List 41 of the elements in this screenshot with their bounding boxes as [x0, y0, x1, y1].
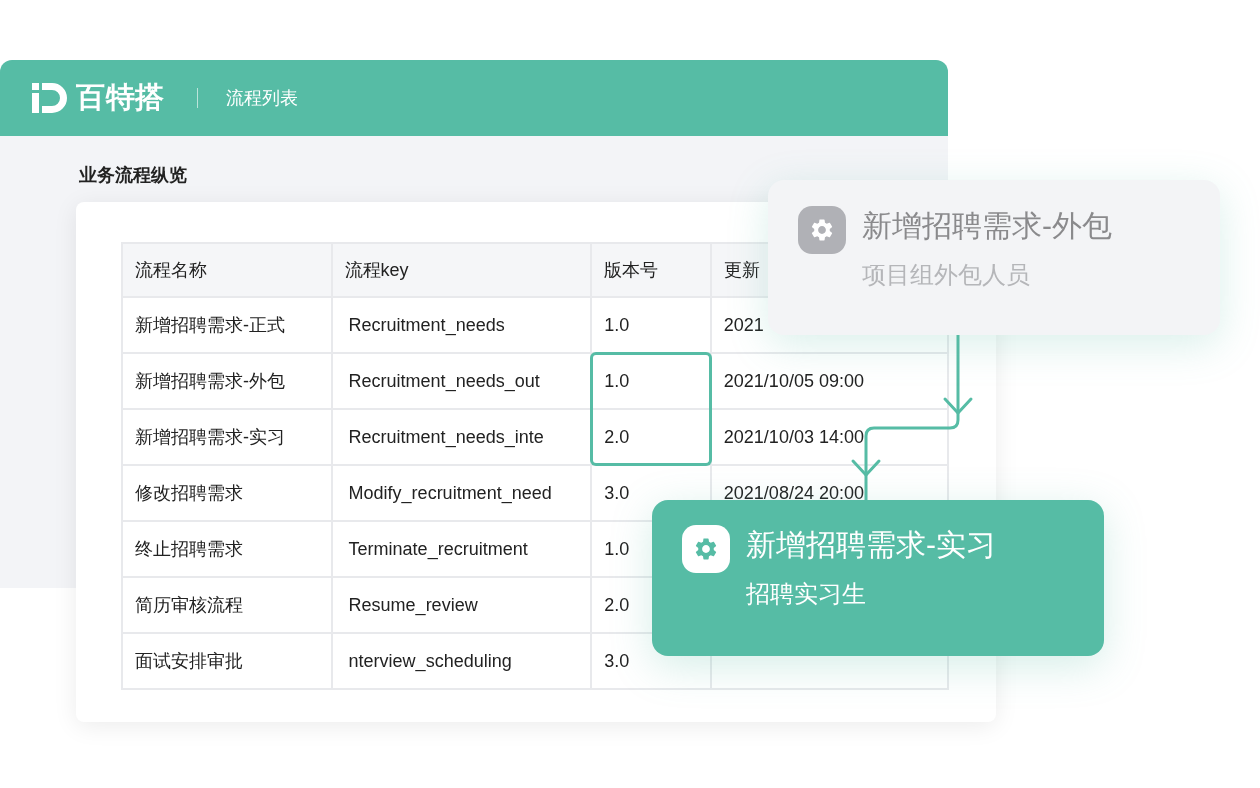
process-card[interactable]: 新增招聘需求-外包 项目组外包人员	[768, 180, 1220, 335]
table-cell: 新增招聘需求-外包	[135, 370, 285, 391]
card-subtitle: 项目组外包人员	[862, 260, 1031, 290]
table-cell: Modify_recruitment_need	[348, 482, 552, 503]
table-cell: 修改招聘需求	[135, 482, 243, 503]
settings-icon	[682, 525, 730, 573]
table-cell: 1.0	[604, 538, 630, 559]
table-cell: 简历审核流程	[135, 594, 243, 615]
process-card[interactable]: 新增招聘需求-实习 招聘实习生	[652, 500, 1104, 656]
table-cell: 3.0	[604, 482, 630, 503]
table-cell: Terminate_recruitment	[348, 538, 528, 559]
table-cell: 1.0	[604, 370, 630, 391]
card-title: 新增招聘需求-实习	[746, 527, 996, 563]
table-cell: 面试安排审批	[135, 650, 243, 671]
column-header: 版本号	[604, 259, 659, 280]
column-header: 流程名称	[135, 259, 207, 280]
table-cell: 2021	[723, 314, 764, 335]
column-header: 更新	[723, 259, 760, 280]
table-cell: Recruitment_needs	[348, 314, 505, 335]
logo-icon	[32, 83, 68, 113]
table-cell: 1.0	[604, 314, 630, 335]
column-header: 流程key	[344, 259, 409, 280]
table-cell: Resume_review	[348, 594, 478, 615]
section-title: 业务流程纵览	[79, 165, 187, 185]
page-title: 流程列表	[226, 86, 299, 110]
logo-text: 百特搭	[76, 80, 166, 116]
table-cell: Recruitment_needs_out	[348, 370, 540, 391]
table-cell: 2.0	[604, 426, 630, 447]
card-title: 新增招聘需求-外包	[862, 208, 1112, 244]
table-cell: 2.0	[604, 594, 630, 615]
card-subtitle: 招聘实习生	[746, 579, 867, 609]
table-cell: nterview_scheduling	[348, 650, 512, 671]
table-cell: 3.0	[604, 650, 630, 671]
table-cell: 新增招聘需求-正式	[135, 314, 285, 335]
table-cell: 2021/10/05 09:00	[723, 370, 864, 391]
table-cell: 新增招聘需求-实习	[135, 426, 285, 447]
table-cell: 2021/10/03 14:00	[723, 426, 864, 447]
settings-icon	[798, 206, 846, 254]
table-cell: Recruitment_needs_inte	[348, 426, 544, 447]
table-cell: 终止招聘需求	[135, 538, 243, 559]
table-cell: 2021/08/24 20:00	[723, 482, 864, 503]
